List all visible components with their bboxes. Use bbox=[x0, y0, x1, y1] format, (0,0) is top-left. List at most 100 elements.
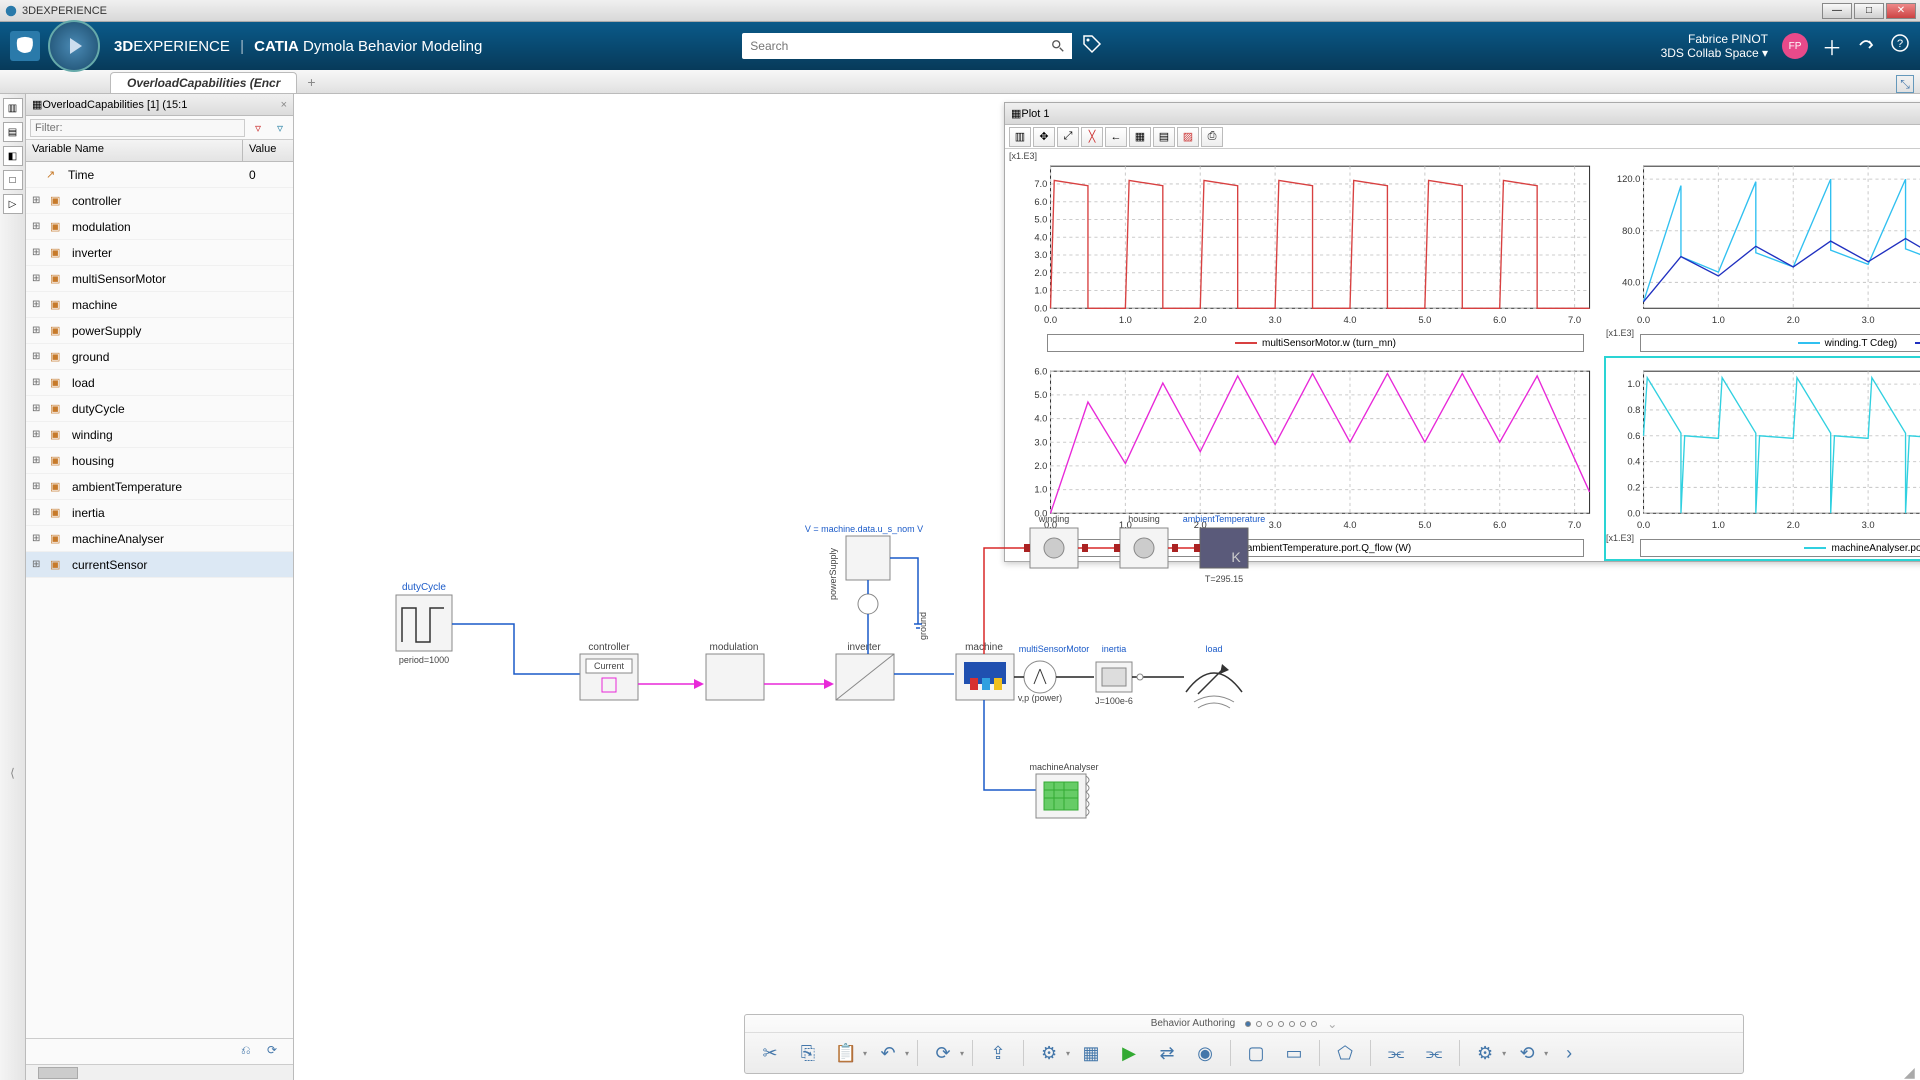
filter-clear-icon[interactable]: ▿ bbox=[249, 119, 267, 137]
plot-tool-zoom[interactable]: ⤢ bbox=[1057, 127, 1079, 147]
translate-button[interactable]: ⇄ bbox=[1150, 1038, 1184, 1068]
page-dot-7[interactable] bbox=[1311, 1021, 1317, 1027]
block-load[interactable] bbox=[1186, 664, 1242, 708]
svg-text:4.0: 4.0 bbox=[1034, 413, 1047, 424]
user-info[interactable]: Fabrice PINOT 3DS Collab Space ▾ bbox=[1661, 32, 1768, 61]
col-value[interactable]: Value bbox=[243, 140, 293, 161]
variable-filter-input[interactable] bbox=[30, 119, 245, 137]
window-maximize-button[interactable]: □ bbox=[1854, 3, 1884, 19]
variable-row-machine[interactable]: ⊞▣machine bbox=[26, 292, 293, 318]
page-dot-6[interactable] bbox=[1300, 1021, 1306, 1027]
tab-add-button[interactable]: + bbox=[299, 71, 323, 93]
page-dot-5[interactable] bbox=[1289, 1021, 1295, 1027]
add-icon[interactable]: ＋ bbox=[1822, 32, 1842, 61]
variable-row-currentSensor[interactable]: ⊞▣currentSensor bbox=[26, 552, 293, 578]
tab-overload-capabilities[interactable]: OverloadCapabilities (Encr bbox=[110, 72, 297, 93]
model-canvas[interactable]: ▦ Plot 1 — × ▥ ✥ ⤢ ╳ ← ▦ ▤ ▨ ⎙ 0.01.02.0… bbox=[294, 94, 1920, 1080]
block-modulation[interactable] bbox=[706, 654, 764, 700]
svg-text:4.0: 4.0 bbox=[1034, 231, 1047, 242]
variable-row-powerSupply[interactable]: ⊞▣powerSupply bbox=[26, 318, 293, 344]
avatar[interactable]: FP bbox=[1782, 33, 1808, 59]
plot-tool-export[interactable]: ⎙ bbox=[1201, 127, 1223, 147]
collapse-panel-icon[interactable]: ⟨ bbox=[10, 766, 15, 780]
shape-button[interactable]: ⬠ bbox=[1328, 1038, 1362, 1068]
plot-tool-delete[interactable]: ▨ bbox=[1177, 127, 1199, 147]
chart-1[interactable]: 0.01.02.03.04.05.06.07.00.01.02.03.04.05… bbox=[1015, 155, 1600, 352]
filter-apply-icon[interactable]: ▿ bbox=[271, 119, 289, 137]
vtb-btn-1[interactable]: ▥ bbox=[3, 98, 23, 118]
vtb-btn-5[interactable]: ▷ bbox=[3, 194, 23, 214]
chart-4[interactable]: 0.00.20.40.60.81.00.01.02.03.04.05.06.07… bbox=[1608, 360, 1920, 557]
vtb-btn-2[interactable]: ▤ bbox=[3, 122, 23, 142]
window-close-button[interactable]: ✕ bbox=[1886, 3, 1916, 19]
simulate-button[interactable]: ⚙ bbox=[1032, 1038, 1066, 1068]
export-button[interactable]: ⇪ bbox=[981, 1038, 1015, 1068]
variable-row-Time[interactable]: ↗Time0 bbox=[26, 162, 293, 188]
ds-logo-icon[interactable] bbox=[10, 31, 40, 61]
variable-row-multiSensorMotor[interactable]: ⊞▣multiSensorMotor bbox=[26, 266, 293, 292]
tag-icon[interactable] bbox=[1082, 34, 1102, 59]
stop-button[interactable]: ▢ bbox=[1239, 1038, 1273, 1068]
reload-button[interactable]: ⟲ bbox=[1510, 1038, 1544, 1068]
plot-tool-layout[interactable]: ▥ bbox=[1009, 127, 1031, 147]
check-button[interactable]: ▦ bbox=[1074, 1038, 1108, 1068]
chart-2[interactable]: 40.080.0120.00.01.02.03.04.05.06.07.0[x1… bbox=[1608, 155, 1920, 352]
link2-button[interactable]: ⫘ bbox=[1417, 1038, 1451, 1068]
copy-button[interactable]: ⎘ bbox=[791, 1038, 825, 1068]
plot-window-titlebar[interactable]: ▦ Plot 1 — × bbox=[1005, 103, 1920, 125]
next-button[interactable]: › bbox=[1552, 1038, 1586, 1068]
page-dot-1[interactable] bbox=[1245, 1021, 1251, 1027]
resize-handle-icon[interactable]: ◢ bbox=[1904, 1064, 1918, 1078]
variable-row-load[interactable]: ⊞▣load bbox=[26, 370, 293, 396]
svg-text:3.0: 3.0 bbox=[1862, 314, 1875, 325]
col-variable-name[interactable]: Variable Name bbox=[26, 140, 243, 161]
plot-tool-grid1[interactable]: ▦ bbox=[1129, 127, 1151, 147]
compass-play-button[interactable] bbox=[48, 20, 100, 72]
plot-tool-move[interactable]: ✥ bbox=[1033, 127, 1055, 147]
block-multiSensorMotor[interactable] bbox=[1024, 661, 1056, 693]
panel-hscrollbar[interactable] bbox=[26, 1064, 293, 1080]
variable-row-dutyCycle[interactable]: ⊞▣dutyCycle bbox=[26, 396, 293, 422]
paste-button[interactable]: 📋 bbox=[829, 1038, 863, 1068]
variable-row-controller[interactable]: ⊞▣controller bbox=[26, 188, 293, 214]
svg-text:4.0: 4.0 bbox=[1343, 314, 1356, 325]
blocks-button[interactable]: ▭ bbox=[1277, 1038, 1311, 1068]
variable-row-inertia[interactable]: ⊞▣inertia bbox=[26, 500, 293, 526]
plot-tool-grid2[interactable]: ▤ bbox=[1153, 127, 1175, 147]
actionbar-chevron-icon[interactable]: ⌄ bbox=[1327, 1017, 1337, 1031]
block-ambientTemperature[interactable] bbox=[1200, 528, 1248, 568]
variable-tree[interactable]: ↗Time0⊞▣controller⊞▣modulation⊞▣inverter… bbox=[26, 162, 293, 1038]
window-minimize-button[interactable]: — bbox=[1822, 3, 1852, 19]
search-input[interactable] bbox=[742, 33, 1072, 59]
variable-row-ambientTemperature[interactable]: ⊞▣ambientTemperature bbox=[26, 474, 293, 500]
foot-btn-1[interactable]: ⎌ bbox=[241, 1043, 261, 1061]
block-currentSensor[interactable] bbox=[858, 594, 878, 614]
run-button[interactable]: ◉ bbox=[1188, 1038, 1222, 1068]
variable-row-machineAnalyser[interactable]: ⊞▣machineAnalyser bbox=[26, 526, 293, 552]
plot-tool-back[interactable]: ← bbox=[1105, 127, 1127, 147]
search-button[interactable] bbox=[1044, 33, 1072, 59]
variable-row-housing[interactable]: ⊞▣housing bbox=[26, 448, 293, 474]
expand-button[interactable]: ⤡ bbox=[1896, 75, 1914, 93]
variable-row-ground[interactable]: ⊞▣ground bbox=[26, 344, 293, 370]
plot-tool-cross[interactable]: ╳ bbox=[1081, 127, 1103, 147]
block-powerSupply[interactable] bbox=[846, 536, 890, 580]
vtb-btn-3[interactable]: ◧ bbox=[3, 146, 23, 166]
share-icon[interactable] bbox=[1856, 33, 1876, 59]
refresh-button[interactable]: ⟳ bbox=[926, 1038, 960, 1068]
cut-button[interactable]: ✂ bbox=[753, 1038, 787, 1068]
foot-btn-2[interactable]: ⟳ bbox=[267, 1043, 287, 1061]
variable-row-modulation[interactable]: ⊞▣modulation bbox=[26, 214, 293, 240]
settings-button[interactable]: ⚙ bbox=[1468, 1038, 1502, 1068]
page-dot-3[interactable] bbox=[1267, 1021, 1273, 1027]
variable-row-inverter[interactable]: ⊞▣inverter bbox=[26, 240, 293, 266]
page-dot-4[interactable] bbox=[1278, 1021, 1284, 1027]
variable-row-winding[interactable]: ⊞▣winding bbox=[26, 422, 293, 448]
page-dot-2[interactable] bbox=[1256, 1021, 1262, 1027]
vtb-btn-4[interactable]: □ bbox=[3, 170, 23, 190]
play-button[interactable]: ▶ bbox=[1112, 1038, 1146, 1068]
link1-button[interactable]: ⫘ bbox=[1379, 1038, 1413, 1068]
undo-button[interactable]: ↶ bbox=[871, 1038, 905, 1068]
panel-close-icon[interactable]: × bbox=[281, 99, 287, 111]
help-icon[interactable]: ? bbox=[1890, 33, 1910, 59]
